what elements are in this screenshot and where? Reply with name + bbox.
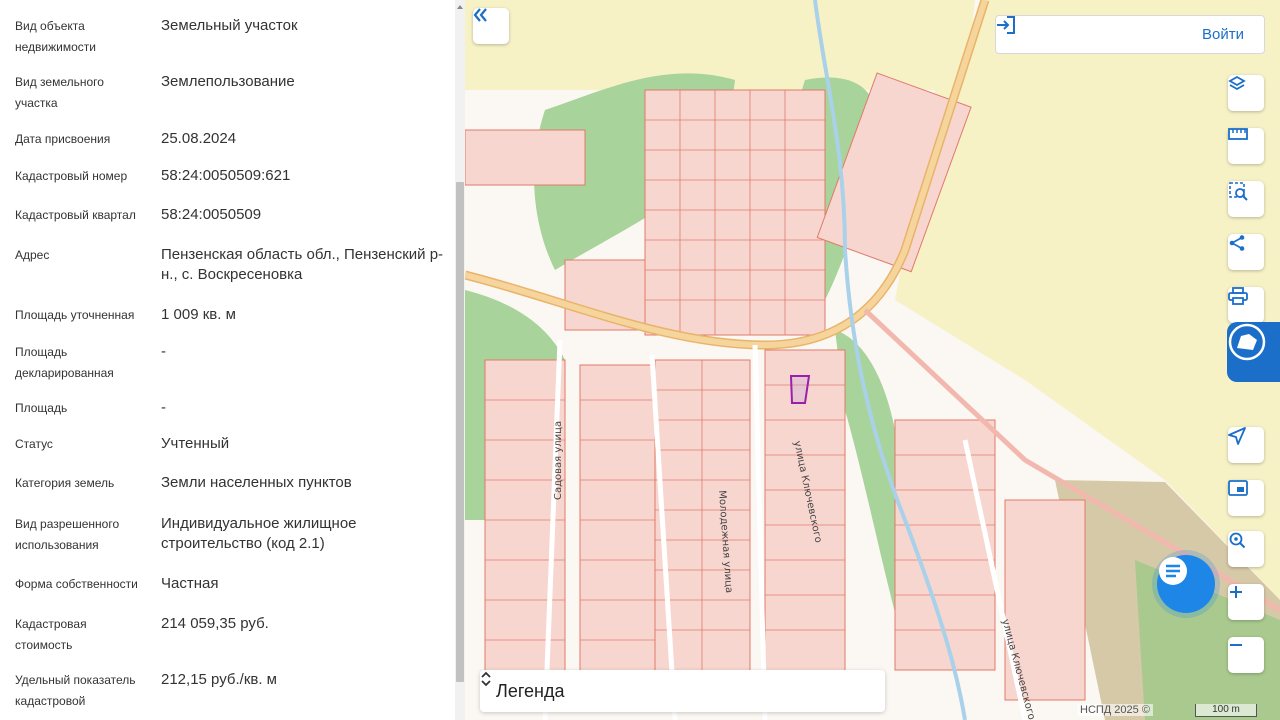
layers-icon bbox=[1228, 75, 1246, 91]
chat-icon bbox=[1159, 557, 1187, 585]
service-tab-button[interactable] bbox=[1227, 322, 1280, 382]
info-value: - bbox=[161, 399, 166, 416]
info-value: - bbox=[161, 343, 166, 360]
zoom-out-icon bbox=[1230, 644, 1242, 646]
select-area-icon bbox=[1229, 182, 1248, 201]
ruler-icon bbox=[1228, 128, 1248, 140]
object-info-panel: Вид объекта недвижимости Земельный участ… bbox=[0, 0, 455, 720]
chat-button[interactable] bbox=[1157, 555, 1215, 613]
map-canvas[interactable] bbox=[465, 0, 1280, 720]
info-value: Земли населенных пунктов bbox=[161, 474, 352, 491]
info-key: Вид разрешенного использования bbox=[15, 517, 120, 552]
map-scale: 100 m bbox=[1195, 704, 1257, 717]
info-value: 25.08.2024 bbox=[161, 130, 237, 147]
info-key: Вид земельного участка bbox=[15, 75, 104, 110]
info-value: 214 059,35 руб. bbox=[161, 615, 269, 632]
info-value[interactable]: 58:24:0050509 bbox=[161, 205, 446, 225]
parcel-block bbox=[465, 129, 586, 186]
login-button[interactable]: Войти bbox=[995, 15, 1265, 54]
measure-button[interactable] bbox=[1228, 128, 1264, 164]
zoom-in-button[interactable] bbox=[1228, 584, 1264, 620]
map-attribution[interactable]: НСПД 2025 © bbox=[1077, 704, 1153, 716]
info-key: Кадастровый квартал bbox=[15, 208, 136, 222]
info-key: Адрес bbox=[15, 248, 50, 262]
search-location-button[interactable] bbox=[1228, 531, 1264, 567]
info-key: Удельный показатель кадастровой bbox=[15, 673, 136, 708]
info-value: Индивидуальное жилищное строительство (к… bbox=[161, 515, 357, 552]
zoom-in-icon bbox=[1230, 586, 1242, 598]
print-icon bbox=[1228, 287, 1248, 305]
zoom-out-button[interactable] bbox=[1228, 637, 1264, 673]
parcel-block bbox=[579, 364, 656, 686]
info-key: Статус bbox=[15, 437, 53, 451]
info-key: Категория земель bbox=[15, 476, 115, 490]
map-view[interactable]: Садовая улица Молодежная улица улица Клю… bbox=[465, 0, 1280, 720]
info-value: Земельный участок bbox=[161, 17, 298, 34]
legend-label: Легенда bbox=[496, 680, 565, 701]
info-value: 212,15 руб./кв. м bbox=[161, 671, 277, 688]
collapse-panel-button[interactable] bbox=[473, 8, 509, 44]
minimap-icon bbox=[1228, 480, 1248, 496]
info-value: Учтенный bbox=[161, 435, 230, 452]
double-chevron-left-icon bbox=[473, 8, 487, 22]
info-value: Землепользование bbox=[161, 73, 295, 90]
info-key: Площадь уточненная bbox=[15, 308, 135, 322]
minimap-button[interactable] bbox=[1228, 480, 1264, 516]
info-key: Площадь bbox=[15, 401, 68, 415]
location-arrow-icon bbox=[1228, 427, 1246, 445]
info-key: Площадь декларированная bbox=[15, 345, 114, 380]
info-key: Кадастровый номер bbox=[15, 169, 128, 183]
scroll-up-arrow-icon[interactable] bbox=[455, 2, 465, 12]
layers-button[interactable] bbox=[1228, 75, 1264, 111]
info-key: Кадастровая стоимость bbox=[15, 617, 87, 652]
my-location-button[interactable] bbox=[1228, 427, 1264, 463]
road bbox=[752, 344, 768, 720]
info-value: Частная bbox=[161, 575, 219, 592]
login-label: Войти bbox=[1202, 26, 1244, 43]
legend-dropdown[interactable]: Легенда bbox=[480, 670, 885, 712]
chevron-up-down-icon bbox=[481, 671, 491, 687]
search-location-icon bbox=[1229, 532, 1246, 549]
info-key: Дата присвоения bbox=[15, 132, 111, 146]
share-button[interactable] bbox=[1228, 234, 1264, 270]
info-value: Пензенская область обл., Пензенский р-н.… bbox=[161, 246, 444, 283]
print-button[interactable] bbox=[1228, 287, 1264, 323]
selected-parcel bbox=[789, 375, 811, 404]
login-icon bbox=[997, 16, 1015, 34]
info-value: 1 009 кв. м bbox=[161, 306, 236, 323]
info-key: Форма собственности bbox=[15, 577, 138, 591]
street-label: Садовая улица bbox=[553, 420, 564, 500]
share-icon bbox=[1229, 235, 1245, 251]
info-value[interactable]: 58:24:0050509:621 bbox=[161, 166, 446, 186]
info-scrollbar[interactable] bbox=[455, 0, 465, 720]
info-key: Вид объекта недвижимости bbox=[15, 19, 96, 54]
map-service-icon bbox=[1228, 323, 1266, 361]
scrollbar-thumb[interactable] bbox=[456, 182, 464, 682]
parcel-block bbox=[644, 89, 826, 336]
select-area-button[interactable] bbox=[1228, 181, 1264, 217]
